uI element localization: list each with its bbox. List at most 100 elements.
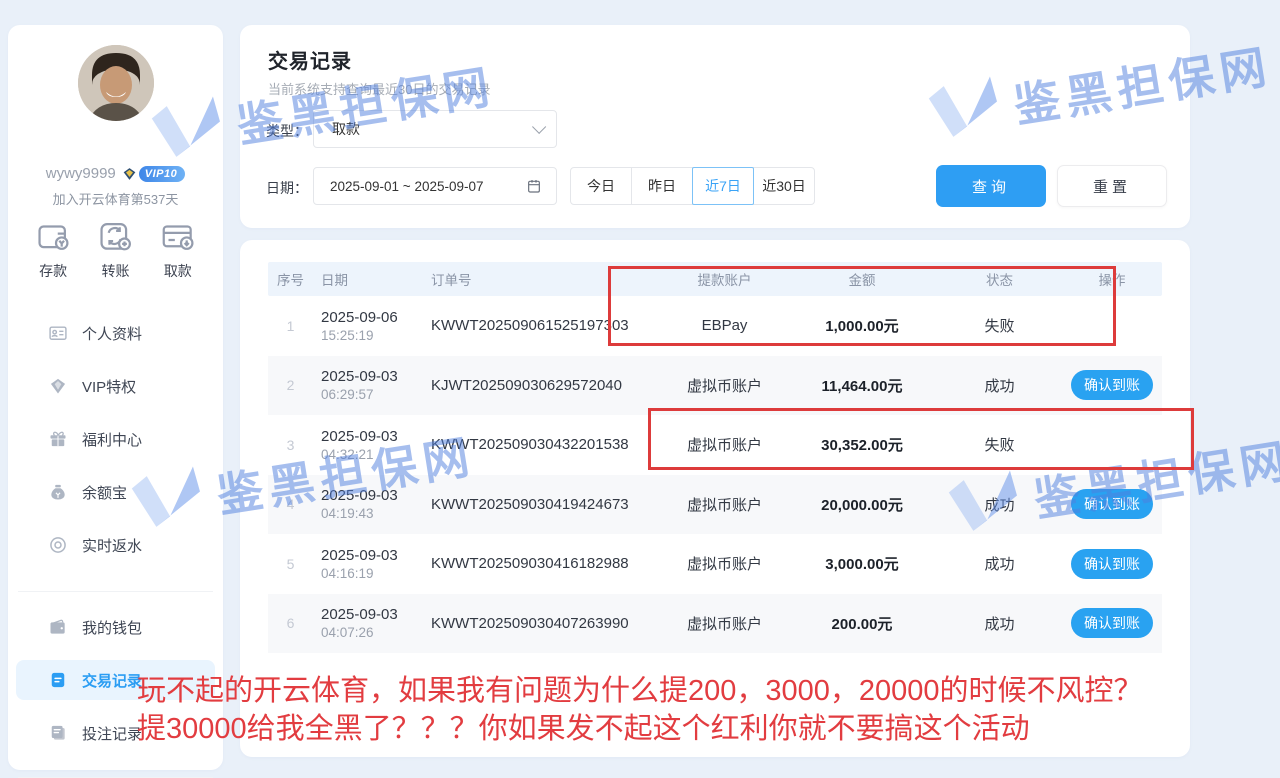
sidebar-item-transactions[interactable]: 交易记录	[16, 660, 215, 700]
transactions-table: 序号 日期 订单号 提款账户 金额 状态 操作 1 2025-09-0615:2…	[268, 262, 1162, 653]
sidebar-divider	[18, 591, 213, 592]
chevron-down-icon	[532, 120, 546, 134]
order-number: KWWT202509030416182988	[431, 555, 662, 572]
withdraw-account: 虚拟币账户	[662, 434, 787, 455]
type-select-value: 取款	[332, 119, 360, 139]
date-value: 2025-09-03	[321, 606, 431, 623]
profile-card-icon	[48, 323, 68, 343]
sidebar-item-label: 个人资料	[82, 323, 142, 344]
status: 成功	[937, 613, 1062, 634]
range-7days-button[interactable]: 近7日	[692, 167, 754, 205]
time-value: 04:32:21	[321, 447, 431, 462]
confirm-receipt-button[interactable]: 确认到账	[1071, 549, 1153, 579]
vip-diamond-icon	[122, 167, 137, 181]
row-date: 2025-09-0304:16:19	[313, 547, 431, 581]
date-label: 日期：	[266, 178, 308, 198]
transfer-icon	[96, 217, 134, 255]
vip-privilege-icon	[48, 376, 68, 396]
date-value: 2025-09-03	[321, 487, 431, 504]
amount: 1,000.00元	[787, 315, 937, 336]
range-today-button[interactable]: 今日	[570, 167, 632, 205]
col-date: 日期	[313, 269, 431, 289]
time-value: 06:29:57	[321, 387, 431, 402]
search-button[interactable]: 查询	[936, 165, 1046, 207]
row-index: 4	[268, 496, 313, 512]
row-date: 2025-09-0615:25:19	[313, 309, 431, 343]
confirm-receipt-button[interactable]: 确认到账	[1071, 489, 1153, 519]
deposit-label: 存款	[39, 261, 67, 281]
amount: 3,000.00元	[787, 553, 937, 574]
status: 失败	[937, 315, 1062, 336]
col-account: 提款账户	[662, 269, 787, 289]
table-row: 5 2025-09-0304:16:19 KWWT202509030416182…	[268, 534, 1162, 594]
sidebar-item-label: 福利中心	[82, 429, 142, 450]
username: wywy9999	[46, 165, 116, 182]
sidebar-item-bets[interactable]: 投注记录	[16, 713, 215, 753]
amount: 11,464.00元	[787, 375, 937, 396]
withdraw-button[interactable]: 取款	[159, 217, 197, 281]
confirm-receipt-button[interactable]: 确认到账	[1071, 370, 1153, 400]
deposit-button[interactable]: 存款	[34, 217, 72, 281]
type-select[interactable]: 取款	[313, 110, 557, 148]
confirm-receipt-button[interactable]: 确认到账	[1071, 608, 1153, 638]
row-index: 6	[268, 615, 313, 631]
sidebar-item-welfare[interactable]: 福利中心	[16, 419, 215, 459]
sidebar-item-vip[interactable]: VIP特权	[16, 366, 215, 406]
row-index: 5	[268, 556, 313, 572]
vip-badge: VIP10	[122, 166, 185, 182]
row-date: 2025-09-0304:07:26	[313, 606, 431, 640]
time-value: 04:16:19	[321, 566, 431, 581]
date-value: 2025-09-03	[321, 428, 431, 445]
date-value: 2025-09-03	[321, 368, 431, 385]
sidebar-item-label: 我的钱包	[82, 617, 142, 638]
withdraw-account: 虚拟币账户	[662, 494, 787, 515]
sidebar-item-rebate[interactable]: 实时返水	[16, 525, 215, 565]
table-row: 1 2025-09-0615:25:19 KWWT202509061525197…	[268, 296, 1162, 356]
type-label: 类型：	[266, 121, 308, 141]
row-date: 2025-09-03 06:29:57	[313, 368, 431, 402]
range-30days-button[interactable]: 近30日	[753, 167, 815, 205]
calendar-icon	[526, 178, 542, 194]
sidebar-item-label: 余额宝	[82, 482, 127, 503]
table-row: 4 2025-09-0304:19:43 KWWT202509030419424…	[268, 475, 1162, 535]
sidebar-item-label: VIP特权	[82, 376, 136, 397]
row-date: 2025-09-0304:19:43	[313, 487, 431, 521]
row-index: 1	[268, 318, 313, 334]
date-range-value: 2025-09-01 ~ 2025-09-07	[330, 179, 484, 194]
reset-button[interactable]: 重置	[1057, 165, 1167, 207]
sidebar-item-wallet[interactable]: 我的钱包	[16, 607, 215, 647]
range-yesterday-button[interactable]: 昨日	[631, 167, 693, 205]
sidebar-item-profile[interactable]: 个人资料	[16, 313, 215, 353]
page-subtitle: 当前系统支持查询最近30日的交易记录	[268, 79, 490, 98]
withdraw-account: 虚拟币账户	[662, 375, 787, 396]
amount: 20,000.00元	[787, 494, 937, 515]
col-order: 订单号	[431, 269, 662, 289]
date-range-input[interactable]: 2025-09-01 ~ 2025-09-07	[313, 167, 557, 205]
deposit-wallet-icon	[34, 217, 72, 255]
vip-level-label: VIP10	[139, 166, 185, 182]
avatar[interactable]	[78, 45, 154, 121]
table-header-row: 序号 日期 订单号 提款账户 金额 状态 操作	[268, 262, 1162, 296]
gift-icon	[48, 429, 68, 449]
quick-actions: 存款 转账 取款	[8, 217, 223, 281]
transfer-button[interactable]: 转账	[96, 217, 134, 281]
order-number: KWWT202509061525197303	[431, 317, 662, 334]
status: 成功	[937, 553, 1062, 574]
col-index: 序号	[268, 269, 313, 289]
rebate-icon	[48, 535, 68, 555]
avatar-image	[78, 45, 154, 121]
sidebar-wallet-menu: 我的钱包 交易记录 投注记录	[8, 607, 223, 766]
withdraw-account: 虚拟币账户	[662, 553, 787, 574]
page-title: 交易记录	[268, 45, 352, 74]
money-bag-icon	[48, 482, 68, 502]
order-number: KWWT202509030432201538	[431, 436, 662, 453]
table-row: 3 2025-09-0304:32:21 KWWT202509030432201…	[268, 415, 1162, 475]
col-status: 状态	[937, 269, 1062, 289]
time-value: 15:25:19	[321, 328, 431, 343]
col-action: 操作	[1062, 269, 1162, 289]
withdraw-account: 虚拟币账户	[662, 613, 787, 634]
order-number: KJWT202509030629572040	[431, 377, 662, 394]
sidebar-item-label: 投注记录	[82, 723, 142, 744]
withdraw-account: EBPay	[662, 317, 787, 334]
sidebar-item-yuebao[interactable]: 余额宝	[16, 472, 215, 512]
